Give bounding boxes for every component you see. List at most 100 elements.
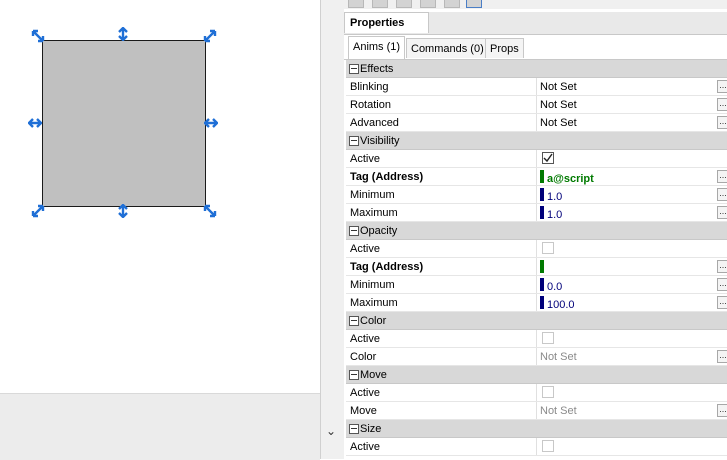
collapse-icon[interactable] — [349, 424, 359, 434]
property-name: Maximum — [350, 297, 398, 309]
resize-handle-bottom-left-icon[interactable] — [31, 204, 45, 218]
resize-handle-top-icon[interactable] — [116, 27, 130, 41]
toolbar-button[interactable] — [348, 0, 364, 8]
property-value-cell[interactable] — [536, 384, 707, 401]
property-value-cell[interactable]: Not Set — [536, 114, 707, 131]
property-value: Not Set — [540, 405, 577, 417]
resize-handle-top-right-icon[interactable] — [203, 29, 217, 43]
collapse-icon[interactable] — [349, 226, 359, 236]
toolbar-button[interactable] — [372, 0, 388, 8]
property-row-opacity-active[interactable]: Active — [346, 240, 727, 258]
property-row-move[interactable]: Move Not Set ... — [346, 402, 727, 420]
property-name: Maximum — [350, 207, 398, 219]
tab-props[interactable]: Props — [485, 38, 524, 58]
section-move[interactable]: Move — [346, 366, 727, 384]
section-color[interactable]: Color — [346, 312, 727, 330]
property-row-visibility-minimum[interactable]: Minimum 1.0 ... — [346, 186, 727, 204]
section-title: Opacity — [360, 225, 398, 237]
property-value-cell[interactable] — [536, 258, 707, 275]
property-value-cell[interactable]: 1.0 — [536, 186, 707, 203]
property-value-cell[interactable]: 100.0 — [536, 294, 707, 311]
ellipsis-button[interactable]: ... — [717, 404, 727, 417]
property-row-opacity-minimum[interactable]: Minimum 0.0 ... — [346, 276, 727, 294]
active-checkbox[interactable] — [542, 386, 554, 398]
property-value-cell[interactable]: Not Set — [536, 348, 707, 365]
collapse-icon[interactable] — [349, 370, 359, 380]
ellipsis-button[interactable]: ... — [717, 260, 727, 273]
section-opacity[interactable]: Opacity — [346, 222, 727, 240]
active-checkbox[interactable] — [542, 242, 554, 254]
section-title: Visibility — [360, 135, 400, 147]
property-row-size-active[interactable]: Active — [346, 438, 727, 456]
toolbar-button[interactable] — [396, 0, 412, 8]
property-value-cell[interactable] — [536, 330, 707, 347]
properties-panel: Properties Anims (1) Commands (0) Props … — [344, 0, 727, 459]
toolbar-button[interactable] — [466, 0, 482, 8]
property-row-visibility-active[interactable]: Active — [346, 150, 727, 168]
property-row-color-active[interactable]: Active — [346, 330, 727, 348]
collapse-icon[interactable] — [349, 316, 359, 326]
property-value-cell[interactable] — [536, 438, 707, 455]
collapse-icon[interactable] — [349, 64, 359, 74]
scroll-down-chevron-icon[interactable]: ⌄ — [326, 424, 336, 438]
property-value-cell[interactable] — [536, 150, 707, 167]
resize-handle-bottom-icon[interactable] — [116, 204, 130, 218]
section-effects[interactable]: Effects — [346, 60, 727, 78]
property-value-cell[interactable]: Not Set — [536, 78, 707, 95]
section-title: Size — [360, 423, 382, 435]
tab-anims[interactable]: Anims (1) — [348, 36, 406, 59]
resize-handle-top-left-icon[interactable] — [31, 29, 45, 43]
property-name: Blinking — [350, 81, 389, 93]
section-size[interactable]: Size — [346, 420, 727, 438]
property-name: Rotation — [350, 99, 391, 111]
toolbar-button[interactable] — [420, 0, 436, 8]
vertical-scrollbar[interactable]: ⌄ — [320, 0, 345, 459]
property-row-rotation[interactable]: Rotation Not Set ... — [346, 96, 727, 114]
active-checkbox[interactable] — [542, 332, 554, 344]
tag-color-bar — [540, 260, 544, 273]
ellipsis-button[interactable]: ... — [717, 278, 727, 291]
ellipsis-button[interactable]: ... — [717, 296, 727, 309]
resize-handle-bottom-right-icon[interactable] — [203, 204, 217, 218]
selected-rectangle-shape[interactable] — [42, 40, 206, 207]
property-value-cell[interactable]: Not Set — [536, 96, 707, 113]
property-value-cell[interactable]: 0.0 — [536, 276, 707, 293]
property-row-visibility-maximum[interactable]: Maximum 1.0 ... — [346, 204, 727, 222]
property-row-opacity-maximum[interactable]: Maximum 100.0 ... — [346, 294, 727, 312]
ellipsis-button[interactable]: ... — [717, 350, 727, 363]
property-name: Advanced — [350, 117, 399, 129]
tab-commands[interactable]: Commands (0) — [406, 38, 489, 58]
property-name: Active — [350, 153, 380, 165]
section-visibility[interactable]: Visibility — [346, 132, 727, 150]
property-row-opacity-tag[interactable]: Tag (Address) ... — [346, 258, 727, 276]
section-title: Move — [360, 369, 387, 381]
design-canvas[interactable] — [0, 0, 320, 393]
ellipsis-button[interactable]: ... — [717, 116, 727, 129]
property-value-cell[interactable]: 1.0 — [536, 204, 707, 221]
section-title: Color — [360, 315, 387, 327]
property-row-color[interactable]: Color Not Set ... — [346, 348, 727, 366]
property-value-cell[interactable] — [536, 240, 707, 257]
property-value: Not Set — [540, 81, 577, 93]
property-value-cell[interactable]: Not Set — [536, 402, 707, 419]
property-row-blinking[interactable]: Blinking Not Set ... — [346, 78, 727, 96]
property-name: Color — [350, 351, 377, 363]
ellipsis-button[interactable]: ... — [717, 170, 727, 183]
property-row-visibility-tag[interactable]: Tag (Address) a@script ... — [346, 168, 727, 186]
property-value-cell[interactable]: a@script — [536, 168, 707, 185]
property-name: Minimum — [350, 189, 395, 201]
ellipsis-button[interactable]: ... — [717, 80, 727, 93]
active-checkbox[interactable] — [542, 440, 554, 452]
ellipsis-button[interactable]: ... — [717, 188, 727, 201]
resize-handle-right-icon[interactable] — [204, 116, 218, 130]
ellipsis-button[interactable]: ... — [717, 206, 727, 219]
property-name: Tag (Address) — [350, 171, 424, 183]
property-row-move-active[interactable]: Active — [346, 384, 727, 402]
value-color-bar — [540, 278, 544, 291]
collapse-icon[interactable] — [349, 136, 359, 146]
ellipsis-button[interactable]: ... — [717, 98, 727, 111]
resize-handle-left-icon[interactable] — [28, 116, 42, 130]
active-checkbox[interactable] — [542, 152, 554, 164]
toolbar-button[interactable] — [444, 0, 460, 8]
property-row-advanced[interactable]: Advanced Not Set ... — [346, 114, 727, 132]
